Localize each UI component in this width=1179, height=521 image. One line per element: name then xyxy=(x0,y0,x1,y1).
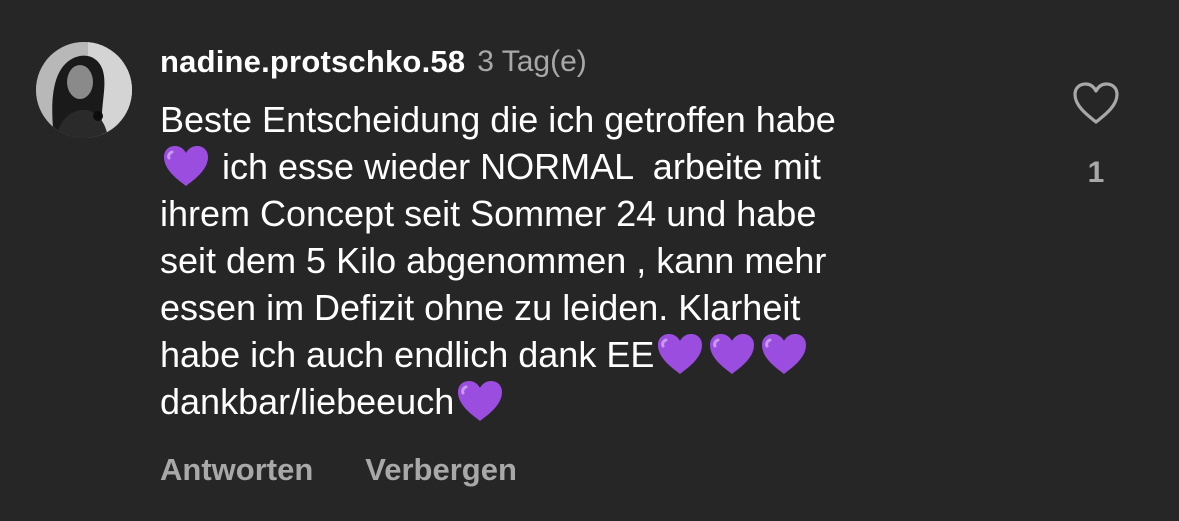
like-count[interactable]: 1 xyxy=(1088,156,1105,190)
avatar[interactable] xyxy=(36,42,132,138)
comment-line: ich esse wieder NORMAL arbeite mit xyxy=(160,143,1020,190)
hide-button[interactable]: Verbergen xyxy=(365,452,517,488)
comment-header: nadine.protschko.58 3 Tag(e) xyxy=(160,40,587,84)
comment-item: nadine.protschko.58 3 Tag(e) Beste Entsc… xyxy=(0,0,1179,521)
heart-outline-icon[interactable] xyxy=(1071,80,1121,126)
comment-line-text: ich esse wieder NORMAL arbeite mit xyxy=(212,146,821,187)
comment-line: habe ich auch endlich dank EE xyxy=(160,331,1020,378)
purple-heart-icon xyxy=(454,378,506,424)
comment-line: ihrem Concept seit Sommer 24 und habe xyxy=(160,193,817,234)
comment-line: Beste Entscheidung die ich getroffen hab… xyxy=(160,99,836,140)
comment-line: seit dem 5 Kilo abgenommen , kann mehr xyxy=(160,240,827,281)
comment-text: Beste Entscheidung die ich getroffen hab… xyxy=(160,96,1020,425)
purple-heart-icon xyxy=(758,331,810,377)
timestamp: 3 Tag(e) xyxy=(477,45,587,78)
purple-heart-icon xyxy=(706,331,758,377)
comment-line: dankbar/liebeeuch xyxy=(160,378,1020,425)
comment-actions: Antworten Verbergen xyxy=(160,452,517,488)
username[interactable]: nadine.protschko.58 xyxy=(160,44,465,80)
reply-button[interactable]: Antworten xyxy=(160,452,313,488)
comment-line-text: habe ich auch endlich dank EE xyxy=(160,334,655,375)
purple-heart-icon xyxy=(160,143,212,189)
comment-line-text: dankbar/liebeeuch xyxy=(160,381,455,422)
like-section: 1 xyxy=(1064,80,1128,190)
comment-line: essen im Defizit ohne zu leiden. Klarhei… xyxy=(160,287,801,328)
purple-heart-icon xyxy=(654,331,706,377)
